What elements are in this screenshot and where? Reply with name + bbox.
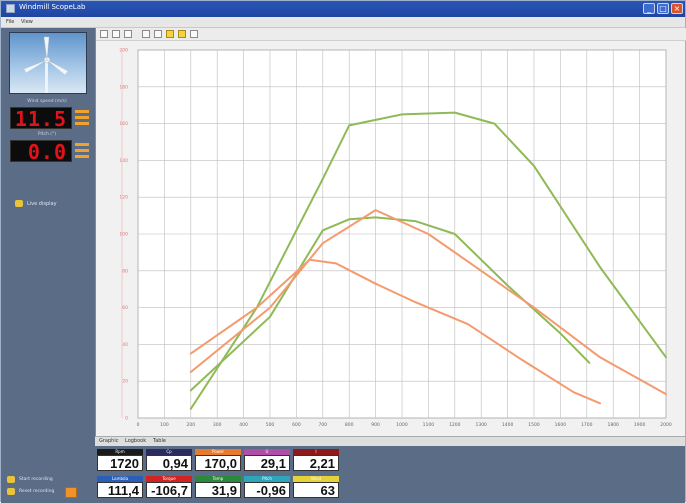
- zoom-out-icon[interactable]: [112, 30, 120, 38]
- x-tick-label: 500: [266, 422, 275, 428]
- tab-table[interactable]: Table: [153, 438, 166, 444]
- status-panel: Start recording Reset recording Rpm 1720 C…: [1, 446, 685, 503]
- menu-item-view[interactable]: View: [21, 19, 33, 25]
- x-tick-label: 800: [345, 422, 354, 428]
- cursor-icon[interactable]: [142, 30, 150, 38]
- maximize-button[interactable]: □: [657, 3, 669, 14]
- meter-value: -0,96: [244, 482, 290, 498]
- pitch-display: 0.0: [10, 140, 72, 164]
- meter-u: U 29,1: [244, 449, 290, 474]
- y-tick-label: 80: [122, 268, 128, 274]
- x-tick-label: 0: [137, 422, 140, 428]
- x-tick-label: 1200: [449, 422, 461, 428]
- window-title: Windmill ScopeLab: [19, 3, 86, 11]
- x-tick-label: 200: [187, 422, 196, 428]
- y-tick-label: 60: [122, 305, 128, 311]
- meter-rpm: Rpm 1720: [97, 449, 143, 474]
- meter-power: Power 170,0: [195, 449, 241, 474]
- wind-turbine-image: [9, 32, 87, 94]
- wind-speed-display: 11.5: [10, 107, 72, 131]
- meter-cp: Cp 0,94: [146, 449, 192, 474]
- x-tick-label: 1900: [634, 422, 646, 428]
- app-window: Windmill ScopeLab _ □ × File View Wind s…: [0, 0, 686, 503]
- wind-turbine-icon: [23, 36, 69, 93]
- wind-speed-value: 11.5: [14, 107, 67, 131]
- pitch-value: 0.0: [27, 140, 67, 164]
- x-tick-label: 1600: [555, 422, 567, 428]
- meter-pitch: Pitch -0,96: [244, 476, 290, 501]
- wind-speed-label: Wind speed (m/s): [27, 99, 67, 104]
- y-tick-label: 100: [119, 232, 128, 238]
- x-tick-label: 2000: [660, 422, 672, 428]
- x-tick-label: 300: [213, 422, 222, 428]
- y-tick-label: 20: [122, 379, 128, 385]
- wind-speed-level-icon: [75, 108, 89, 128]
- meter-value: 63: [293, 482, 339, 498]
- meter-value: 1720: [97, 455, 143, 471]
- y-tick-label: 140: [119, 158, 128, 164]
- y-tick-label: 160: [119, 121, 128, 127]
- start-recording-label: Start recording: [19, 477, 53, 482]
- tab-logbook[interactable]: Logbook: [125, 438, 146, 444]
- menu-item-file[interactable]: File: [6, 19, 14, 25]
- tab-graphic[interactable]: Graphic: [99, 438, 118, 444]
- x-tick-label: 1500: [528, 422, 540, 428]
- pan-icon[interactable]: [124, 30, 132, 38]
- x-tick-label: 1000: [396, 422, 408, 428]
- x-tick-label: 1300: [475, 422, 487, 428]
- x-tick-label: 600: [292, 422, 301, 428]
- y-tick-label: 180: [119, 84, 128, 90]
- meter-value: -106,7: [146, 482, 192, 498]
- live-display-label: Live display: [27, 201, 57, 207]
- y-tick-label: 120: [119, 195, 128, 201]
- pitch-label: Pitch (°): [37, 132, 57, 137]
- meter-lambda: Lambda 111,4: [97, 476, 143, 501]
- record-icon: [7, 476, 15, 483]
- y-tick-label: 200: [119, 48, 128, 54]
- pitch-level-icon: [75, 141, 89, 161]
- close-button[interactable]: ×: [671, 3, 683, 14]
- reset-icon: [7, 488, 15, 495]
- marker-a-icon[interactable]: [166, 30, 174, 38]
- x-tick-label: 400: [239, 422, 248, 428]
- zoom-in-icon[interactable]: [100, 30, 108, 38]
- meter-i: I 2,21: [293, 449, 339, 474]
- crosshair-icon[interactable]: [154, 30, 162, 38]
- y-tick-label: 40: [122, 342, 128, 348]
- x-tick-label: 900: [371, 422, 380, 428]
- meter-value: 29,1: [244, 455, 290, 471]
- x-tick-label: 1800: [607, 422, 619, 428]
- y-tick-label: 0: [125, 416, 128, 422]
- meter-torque: Torque -106,7: [146, 476, 192, 501]
- meter-value: 2,21: [293, 455, 339, 471]
- marker-b-icon[interactable]: [178, 30, 186, 38]
- x-tick-label: 100: [160, 422, 169, 428]
- meter-temp: Temp 31,9: [195, 476, 241, 501]
- meter-value: 111,4: [97, 482, 143, 498]
- meter-wind: Wind 63: [293, 476, 339, 501]
- left-panel: Wind speed (m/s) 11.5 Pitch (°) 0.0 Live…: [1, 28, 95, 448]
- minimize-button[interactable]: _: [643, 3, 655, 14]
- x-tick-label: 1700: [581, 422, 593, 428]
- reset-button[interactable]: [65, 487, 77, 498]
- chart-panel: 0 100 200 300 400 500 600 700 800 900 1000 1100 1200…: [95, 28, 686, 436]
- reset-recording-label: Reset recording: [19, 489, 55, 494]
- app-icon: [6, 4, 15, 13]
- x-tick-label: 1400: [502, 422, 514, 428]
- meter-value: 170,0: [195, 455, 241, 471]
- menu-bar: File View: [1, 17, 685, 28]
- title-bar: Windmill ScopeLab _ □ ×: [1, 1, 685, 17]
- meter-value: 31,9: [195, 482, 241, 498]
- print-icon[interactable]: [190, 30, 198, 38]
- line-chart: 0 100 200 300 400 500 600 700 800 900 1000 1100 1200…: [119, 48, 672, 429]
- toggle-icon: [15, 200, 23, 207]
- x-tick-label: 700: [319, 422, 328, 428]
- meter-value: 0,94: [146, 455, 192, 471]
- x-tick-label: 1100: [423, 422, 435, 428]
